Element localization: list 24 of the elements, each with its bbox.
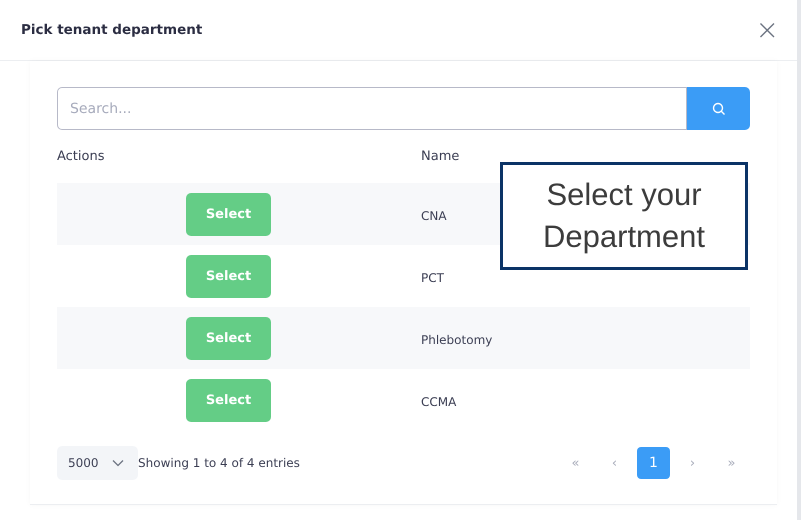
select-button[interactable]: Select	[186, 192, 271, 236]
table-cell: PCT	[421, 270, 444, 284]
callout-box: Select your Department	[500, 162, 748, 270]
select-button[interactable]: Select	[186, 254, 271, 298]
pagination-nav-button[interactable]: «	[559, 447, 592, 479]
pagination-nav-button[interactable]: ‹	[598, 447, 631, 479]
page-size-dropdown[interactable]: 5000	[57, 446, 138, 480]
pagination-nav-button[interactable]: ›	[676, 447, 709, 479]
table-cell: CCMA	[421, 394, 456, 408]
select-button[interactable]: Select	[186, 316, 271, 360]
chevron-down-icon	[112, 459, 124, 467]
pagination-nav-button[interactable]: »	[715, 447, 748, 479]
entries-summary: Showing 1 to 4 of 4 entries	[138, 456, 300, 470]
column-header: Actions	[57, 149, 104, 164]
page-button[interactable]: 1	[637, 447, 670, 479]
search-icon	[710, 100, 726, 116]
table-cell: CNA	[421, 208, 447, 222]
dialog-title: Pick tenant department	[21, 22, 202, 38]
search-field[interactable]: Search...	[57, 87, 687, 130]
table-cell: Phlebotomy	[421, 332, 492, 346]
search-button[interactable]	[687, 87, 750, 130]
column-header: Name	[421, 149, 460, 164]
close-button[interactable]: ×	[756, 16, 779, 44]
select-button[interactable]: Select	[186, 378, 271, 422]
